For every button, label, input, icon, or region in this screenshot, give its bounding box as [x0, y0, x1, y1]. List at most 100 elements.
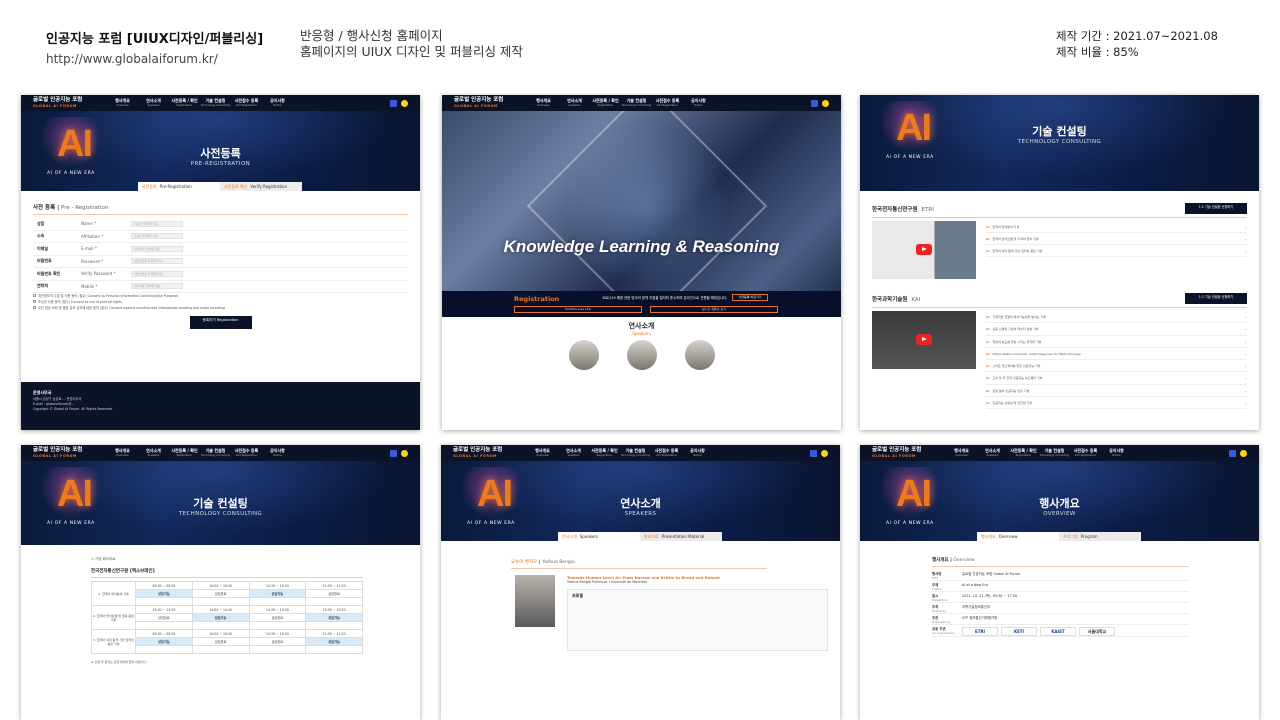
tab-speakers[interactable]: 연사소개 Speakers	[558, 532, 640, 541]
slot-available[interactable]: 상담가능	[248, 589, 307, 598]
kakao-icon[interactable]	[1240, 449, 1247, 457]
nav-registration[interactable]: 사전등록 / 확인 Registration	[169, 98, 200, 108]
nav-consulting[interactable]: 기술 컨설팅 Technology Consulting	[1039, 448, 1070, 458]
chevron-down-icon[interactable]: ⌄	[1244, 221, 1247, 232]
chevron-down-icon[interactable]: ⌄	[1244, 336, 1247, 347]
nav-speakers[interactable]: 연사소개 Speakers	[558, 448, 589, 458]
site-logo[interactable]: 글로벌 인공지능 포럼 GLOBAL AI FORUM	[453, 447, 523, 459]
speaker-avatar[interactable]	[568, 340, 599, 370]
list-item[interactable]: AI 한국어 언어분석 기술 ⌄	[986, 221, 1247, 233]
chevron-down-icon[interactable]: ⌄	[1244, 311, 1247, 322]
nav-overview[interactable]: 행사개요 Overview	[528, 98, 559, 108]
consent-recording[interactable]: 무단 영상 녹화 및 불법 유포 금지에 대한 동의 (필수) Consent …	[33, 306, 408, 311]
kakao-icon[interactable]	[822, 99, 829, 107]
nav-add-registration[interactable]: 사전접수 등록 Add Registration	[231, 98, 262, 108]
tab-presentation[interactable]: 발표자료 Presentation Material	[640, 532, 722, 541]
list-item[interactable]: AI 인공지능 신뢰성 및 안전성 기술 ⌄	[986, 397, 1247, 410]
nav-speakers[interactable]: 연사소개 Speakers	[138, 448, 169, 458]
list-item[interactable]: AI 스마트 헬스케어를 위한 인공지능 기술 ⌄	[986, 360, 1247, 373]
chevron-down-icon[interactable]: ⌄	[1244, 372, 1247, 383]
chevron-down-icon[interactable]: ⌄	[1244, 323, 1247, 334]
list-item[interactable]: AI 심층 신경망 기반의 데이터 생성 기술 ⌄	[986, 323, 1247, 336]
consulting-request-button[interactable]: 1:1 기술 컨설팅 신청하기	[1185, 203, 1247, 214]
slot-available[interactable]: 상담가능	[135, 589, 193, 598]
affiliation-input[interactable]: 소속을 입력해주세요	[131, 233, 183, 240]
nav-add-registration[interactable]: 사전접수 등록 Add Registration	[1070, 448, 1101, 458]
slot-available[interactable]: 상담가능	[191, 613, 250, 622]
back-link[interactable]: < 기업 페이지로	[91, 557, 408, 562]
nav-add-registration[interactable]: 사전접수 등록 Add Registration	[231, 448, 262, 458]
site-logo[interactable]: 글로벌 인공지능 포럼 GLOBAL AI FORUM	[33, 97, 103, 109]
site-logo[interactable]: 글로벌 인공지능 포럼 GLOBAL AI FORUM	[33, 447, 103, 459]
consulting-request-button[interactable]: 1:1 기술 컨설팅 신청하기	[1185, 293, 1247, 304]
nav-speakers[interactable]: 연사소개 Speakers	[138, 98, 169, 108]
youtube-live-link[interactable]: YouTube Live Link	[514, 306, 642, 313]
chevron-down-icon[interactable]: ⌄	[1244, 245, 1247, 256]
chevron-down-icon[interactable]: ⌄	[1244, 397, 1247, 408]
nav-registration[interactable]: 사전등록 / 확인 Registration	[1008, 448, 1039, 458]
nav-consulting[interactable]: 기술 컨설팅 Technology Consulting	[620, 448, 651, 458]
verify-password-input[interactable]: 비밀번호를 입력해주세요	[131, 270, 183, 277]
nav-overview[interactable]: 행사개요 Overview	[946, 448, 977, 458]
name-input[interactable]: 이름을 입력해주세요	[131, 220, 183, 227]
nav-overview[interactable]: 행사개요 Overview	[107, 448, 138, 458]
speaker-avatar[interactable]	[684, 340, 715, 370]
nav-speakers[interactable]: 연사소개 Speakers	[559, 98, 590, 108]
youtube-live-link-kr[interactable]: 실시간 유튜브 보기	[650, 306, 778, 313]
list-item[interactable]: AI Interpretable Computer Aided Diagnosis…	[986, 348, 1247, 361]
nav-notice[interactable]: 공지사항 Notice	[682, 448, 713, 458]
nav-notice[interactable]: 공지사항 Notice	[262, 98, 293, 108]
tab-overview[interactable]: 행사개요 Overview	[977, 532, 1059, 541]
chevron-down-icon[interactable]: ⌄	[1244, 348, 1247, 359]
mobile-input[interactable]: 연락처를 입력해주세요	[131, 283, 183, 290]
slot-available[interactable]: 상담가능	[305, 637, 363, 646]
nav-consulting[interactable]: 기술 컨설팅 Technology Consulting	[621, 98, 652, 108]
kakao-icon[interactable]	[401, 99, 408, 107]
facebook-icon[interactable]	[810, 449, 817, 457]
chevron-down-icon[interactable]: ⌄	[1244, 360, 1247, 371]
password-input[interactable]: 비밀번호를 입력해주세요	[131, 258, 183, 265]
nav-overview[interactable]: 행사개요 Overview	[107, 98, 138, 108]
tab-program[interactable]: 프로그램 Program	[1059, 532, 1141, 541]
speaker-avatar[interactable]	[626, 340, 657, 370]
site-logo[interactable]: 글로벌 인공지능 포럼 GLOBAL AI FORUM	[454, 97, 524, 109]
slot-available[interactable]: 상담가능	[135, 637, 193, 646]
kakao-icon[interactable]	[821, 449, 828, 457]
nav-notice[interactable]: 공지사항 Notice	[683, 98, 714, 108]
site-logo[interactable]: 글로벌 인공지능 포럼 GLOBAL AI FORUM	[872, 447, 942, 459]
list-item[interactable]: AI 고속 및 저 전력 인공지능 하드웨어 기술 ⌄	[986, 372, 1247, 385]
facebook-icon[interactable]	[811, 99, 818, 107]
kakao-icon[interactable]	[401, 449, 408, 457]
nav-registration[interactable]: 사전등록 / 확인 Registration	[589, 448, 620, 458]
pre-registration-link[interactable]: 사전등록 바로가기	[732, 294, 768, 301]
chevron-down-icon[interactable]: ⌄	[1244, 385, 1247, 396]
nav-add-registration[interactable]: 사전접수 등록 Add Registration	[651, 448, 682, 458]
facebook-icon[interactable]	[390, 99, 397, 107]
nav-overview[interactable]: 행사개요 Overview	[527, 448, 558, 458]
play-icon[interactable]	[916, 334, 932, 345]
facebook-icon[interactable]	[390, 449, 397, 457]
consent-portrait[interactable]: 초상권 사용 동의 (필수) Consent to use of portrai…	[33, 300, 408, 305]
nav-notice[interactable]: 공지사항 Notice	[262, 448, 293, 458]
nav-consulting[interactable]: 기술 컨설팅 Technology Consulting	[200, 448, 231, 458]
tab-verify-registration[interactable]: 사전등록 확인 Verify Registration	[220, 182, 302, 191]
nav-registration[interactable]: 사전등록 / 확인 Registration	[169, 448, 200, 458]
portfolio-url[interactable]: http://www.globalaiforum.kr/	[46, 52, 218, 66]
list-item[interactable]: AI 기계학습 모델의 해석가능성을 높이는 기술 ⌄	[986, 311, 1247, 324]
chevron-down-icon[interactable]: ⌄	[1244, 233, 1247, 244]
slot-available[interactable]: 상담가능	[305, 613, 363, 622]
nav-notice[interactable]: 공지사항 Notice	[1101, 448, 1132, 458]
play-icon[interactable]	[916, 244, 932, 255]
nav-registration[interactable]: 사전등록 / 확인 Registration	[590, 98, 621, 108]
video-thumbnail[interactable]	[872, 311, 976, 369]
list-item[interactable]: AI 학습의 속도를 향상 시키는 최적화 기술 ⌄	[986, 336, 1247, 348]
consent-privacy[interactable]: 개인정보의 수집 및 이용 동의 (필수) Consent to Persona…	[33, 294, 408, 299]
register-button[interactable]: 등록하기 Registration	[189, 316, 252, 329]
nav-add-registration[interactable]: 사전접수 등록 Add Registration	[652, 98, 683, 108]
tab-pre-registration[interactable]: 사전등록 Pre-Registration	[138, 182, 220, 191]
list-item[interactable]: AI 한국어 언어모델 및 다국어 질의 기술 ⌄	[986, 233, 1247, 245]
facebook-icon[interactable]	[1229, 449, 1236, 457]
video-thumbnail[interactable]	[872, 221, 976, 279]
list-item[interactable]: AI 한국어 의미 탐색 기반 딥러닝 응답 기술 ⌄	[986, 245, 1247, 257]
nav-consulting[interactable]: 기술 컨설팅 Technology Consulting	[200, 98, 231, 108]
